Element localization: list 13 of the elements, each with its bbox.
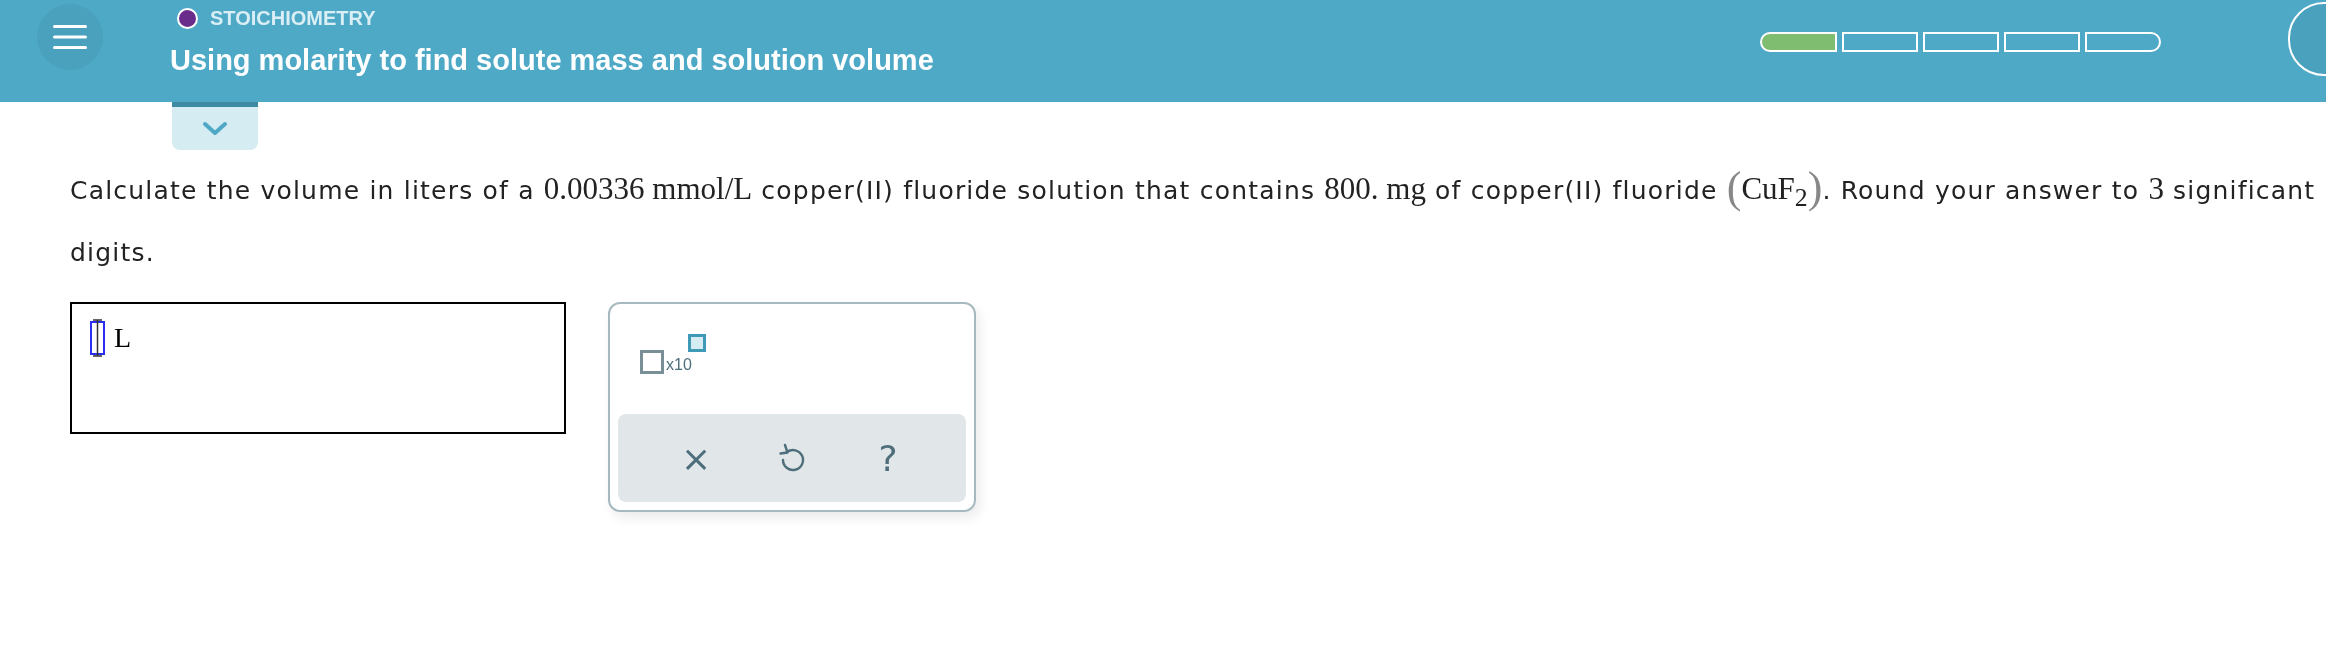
topic-title: Using molarity to find solute mass and solution volume [170, 44, 934, 77]
help-button[interactable]: ? [868, 436, 908, 481]
menu-icon [53, 24, 87, 50]
undo-icon [779, 443, 805, 474]
topic-category: STOICHIOMETRY [210, 6, 376, 30]
unit-label: L [114, 322, 132, 355]
expand-button[interactable] [172, 102, 258, 150]
scientific-notation-button[interactable]: x10 [640, 334, 712, 375]
topic-dot-icon [177, 7, 198, 29]
chevron-down-icon [202, 120, 228, 137]
answer-field[interactable]: L [70, 302, 566, 435]
clear-button[interactable]: × [676, 436, 716, 481]
text-cursor-icon [88, 318, 108, 359]
